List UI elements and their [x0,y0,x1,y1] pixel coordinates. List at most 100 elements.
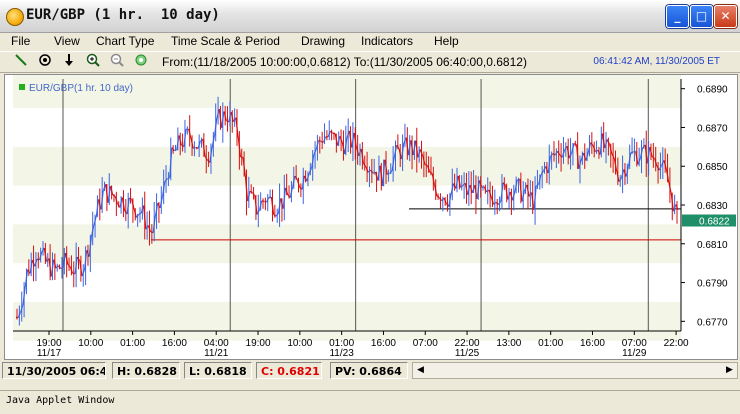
candle-body [125,211,127,214]
candle-body [37,259,39,260]
minimize-button[interactable]: _ [666,5,689,28]
candle-body [425,165,427,166]
candle-body [274,214,276,216]
zoom-out-icon[interactable] [107,53,127,71]
x-tick-label: 16:00 [371,338,396,349]
status-high: H: 0.6828 [112,362,180,379]
candle-body [201,139,203,141]
legend-square [19,84,25,90]
candle-body [73,273,75,274]
candle-body [319,140,321,141]
candle-body [158,203,160,208]
candle-body [276,213,278,216]
pointer-tool-icon[interactable] [11,53,31,71]
candle-body [264,201,266,202]
candle-body [193,147,195,148]
candle-body [139,213,141,214]
chart-band [13,302,681,341]
candle-body [518,179,520,180]
x-date-label: 11/25 [455,348,480,359]
candle-body [633,151,635,152]
applet-window-label: Java Applet Window [6,395,114,406]
candle-body [59,266,61,269]
menu-time-scale-period[interactable]: Time Scale & Period [171,34,280,48]
y-tick-label: 0.6770 [697,317,728,328]
status-bar: 11/30/2005 06:40:00 H: 0.6828 L: 0.6818 … [2,362,738,381]
x-tick-label: 16:00 [580,338,605,349]
window-title: EUR/GBP (1 hr. 10 day) [26,7,220,23]
price-chart[interactable]: 0.68900.68700.68500.68300.68100.67900.67… [5,75,737,359]
toolbar: From:(11/18/2005 10:00:00,0.6812) To:(11… [0,51,740,73]
menu-bar: File View Chart Type Time Scale & Period… [0,33,740,51]
download-arrow-icon[interactable] [59,53,79,71]
applet-window-bar: Java Applet Window [0,390,740,414]
close-button[interactable]: ✕ [714,5,737,28]
candle-body [300,187,302,189]
app-icon [6,8,24,26]
candle-body [61,268,63,269]
title-bar: EUR/GBP (1 hr. 10 day) _ □ ✕ [0,0,740,33]
candle-body [227,120,229,122]
menu-drawing[interactable]: Drawing [301,34,345,48]
candle-body [196,147,198,148]
x-tick-label: 01:00 [538,338,563,349]
maximize-button[interactable]: □ [690,5,713,28]
crosshair-tool-icon[interactable] [35,53,55,71]
candle-body [574,144,576,145]
candle-body [167,178,169,179]
x-date-label: 11/21 [204,348,229,359]
candle-body [174,150,176,151]
candle-body [250,191,252,192]
range-readout: From:(11/18/2005 10:00:00,0.6812) To:(11… [162,55,527,69]
x-date-label: 11/29 [622,348,647,359]
candle-body [130,198,132,199]
candle-body [118,204,120,208]
candle-body [442,198,444,201]
candle-body [496,202,498,204]
menu-help[interactable]: Help [434,34,459,48]
candle-body [529,192,531,196]
candle-body [482,187,484,188]
y-tick-label: 0.6810 [697,240,728,251]
y-tick-label: 0.6890 [697,85,728,96]
y-tick-label: 0.6790 [697,279,728,290]
candle-body [331,131,333,133]
menu-view[interactable]: View [54,34,80,48]
candle-body [487,190,489,192]
menu-file[interactable]: File [11,34,30,48]
candle-body [56,266,58,268]
status-close: C: 0.6821 [256,362,322,379]
candle-body [262,201,264,202]
horizontal-scrollbar[interactable]: ◀ ▶ [412,362,738,379]
candle-body [151,232,153,233]
menu-indicators[interactable]: Indicators [361,34,413,48]
scroll-right-arrow-icon[interactable]: ▶ [722,363,737,378]
x-tick-label: 22:00 [664,338,689,349]
candle-body [387,174,389,175]
x-tick-label: 19:00 [246,338,271,349]
x-tick-label: 07:00 [413,338,438,349]
y-tick-label: 0.6870 [697,123,728,134]
x-tick-label: 16:00 [162,338,187,349]
candle-body [321,141,323,142]
scroll-left-arrow-icon[interactable]: ◀ [413,363,428,378]
menu-chart-type[interactable]: Chart Type [96,34,154,48]
x-tick-label: 01:00 [120,338,145,349]
refresh-icon[interactable] [131,53,151,71]
candle-body [631,152,633,153]
candle-body [437,196,439,197]
x-tick-label: 13:00 [496,338,521,349]
candle-body [137,214,139,217]
x-tick-label: 10:00 [287,338,312,349]
status-pv: PV: 0.6864 [330,362,408,379]
chart-panel[interactable]: 0.68900.68700.68500.68300.68100.67900.67… [4,74,738,360]
candle-body [257,210,259,215]
y-tick-label: 0.6850 [697,162,728,173]
candle-body [499,201,501,204]
zoom-in-icon[interactable] [83,53,103,71]
candle-body [439,198,441,201]
candle-body [113,195,115,196]
candle-body [68,264,70,266]
x-date-label: 11/23 [329,348,354,359]
chart-band [13,147,681,186]
